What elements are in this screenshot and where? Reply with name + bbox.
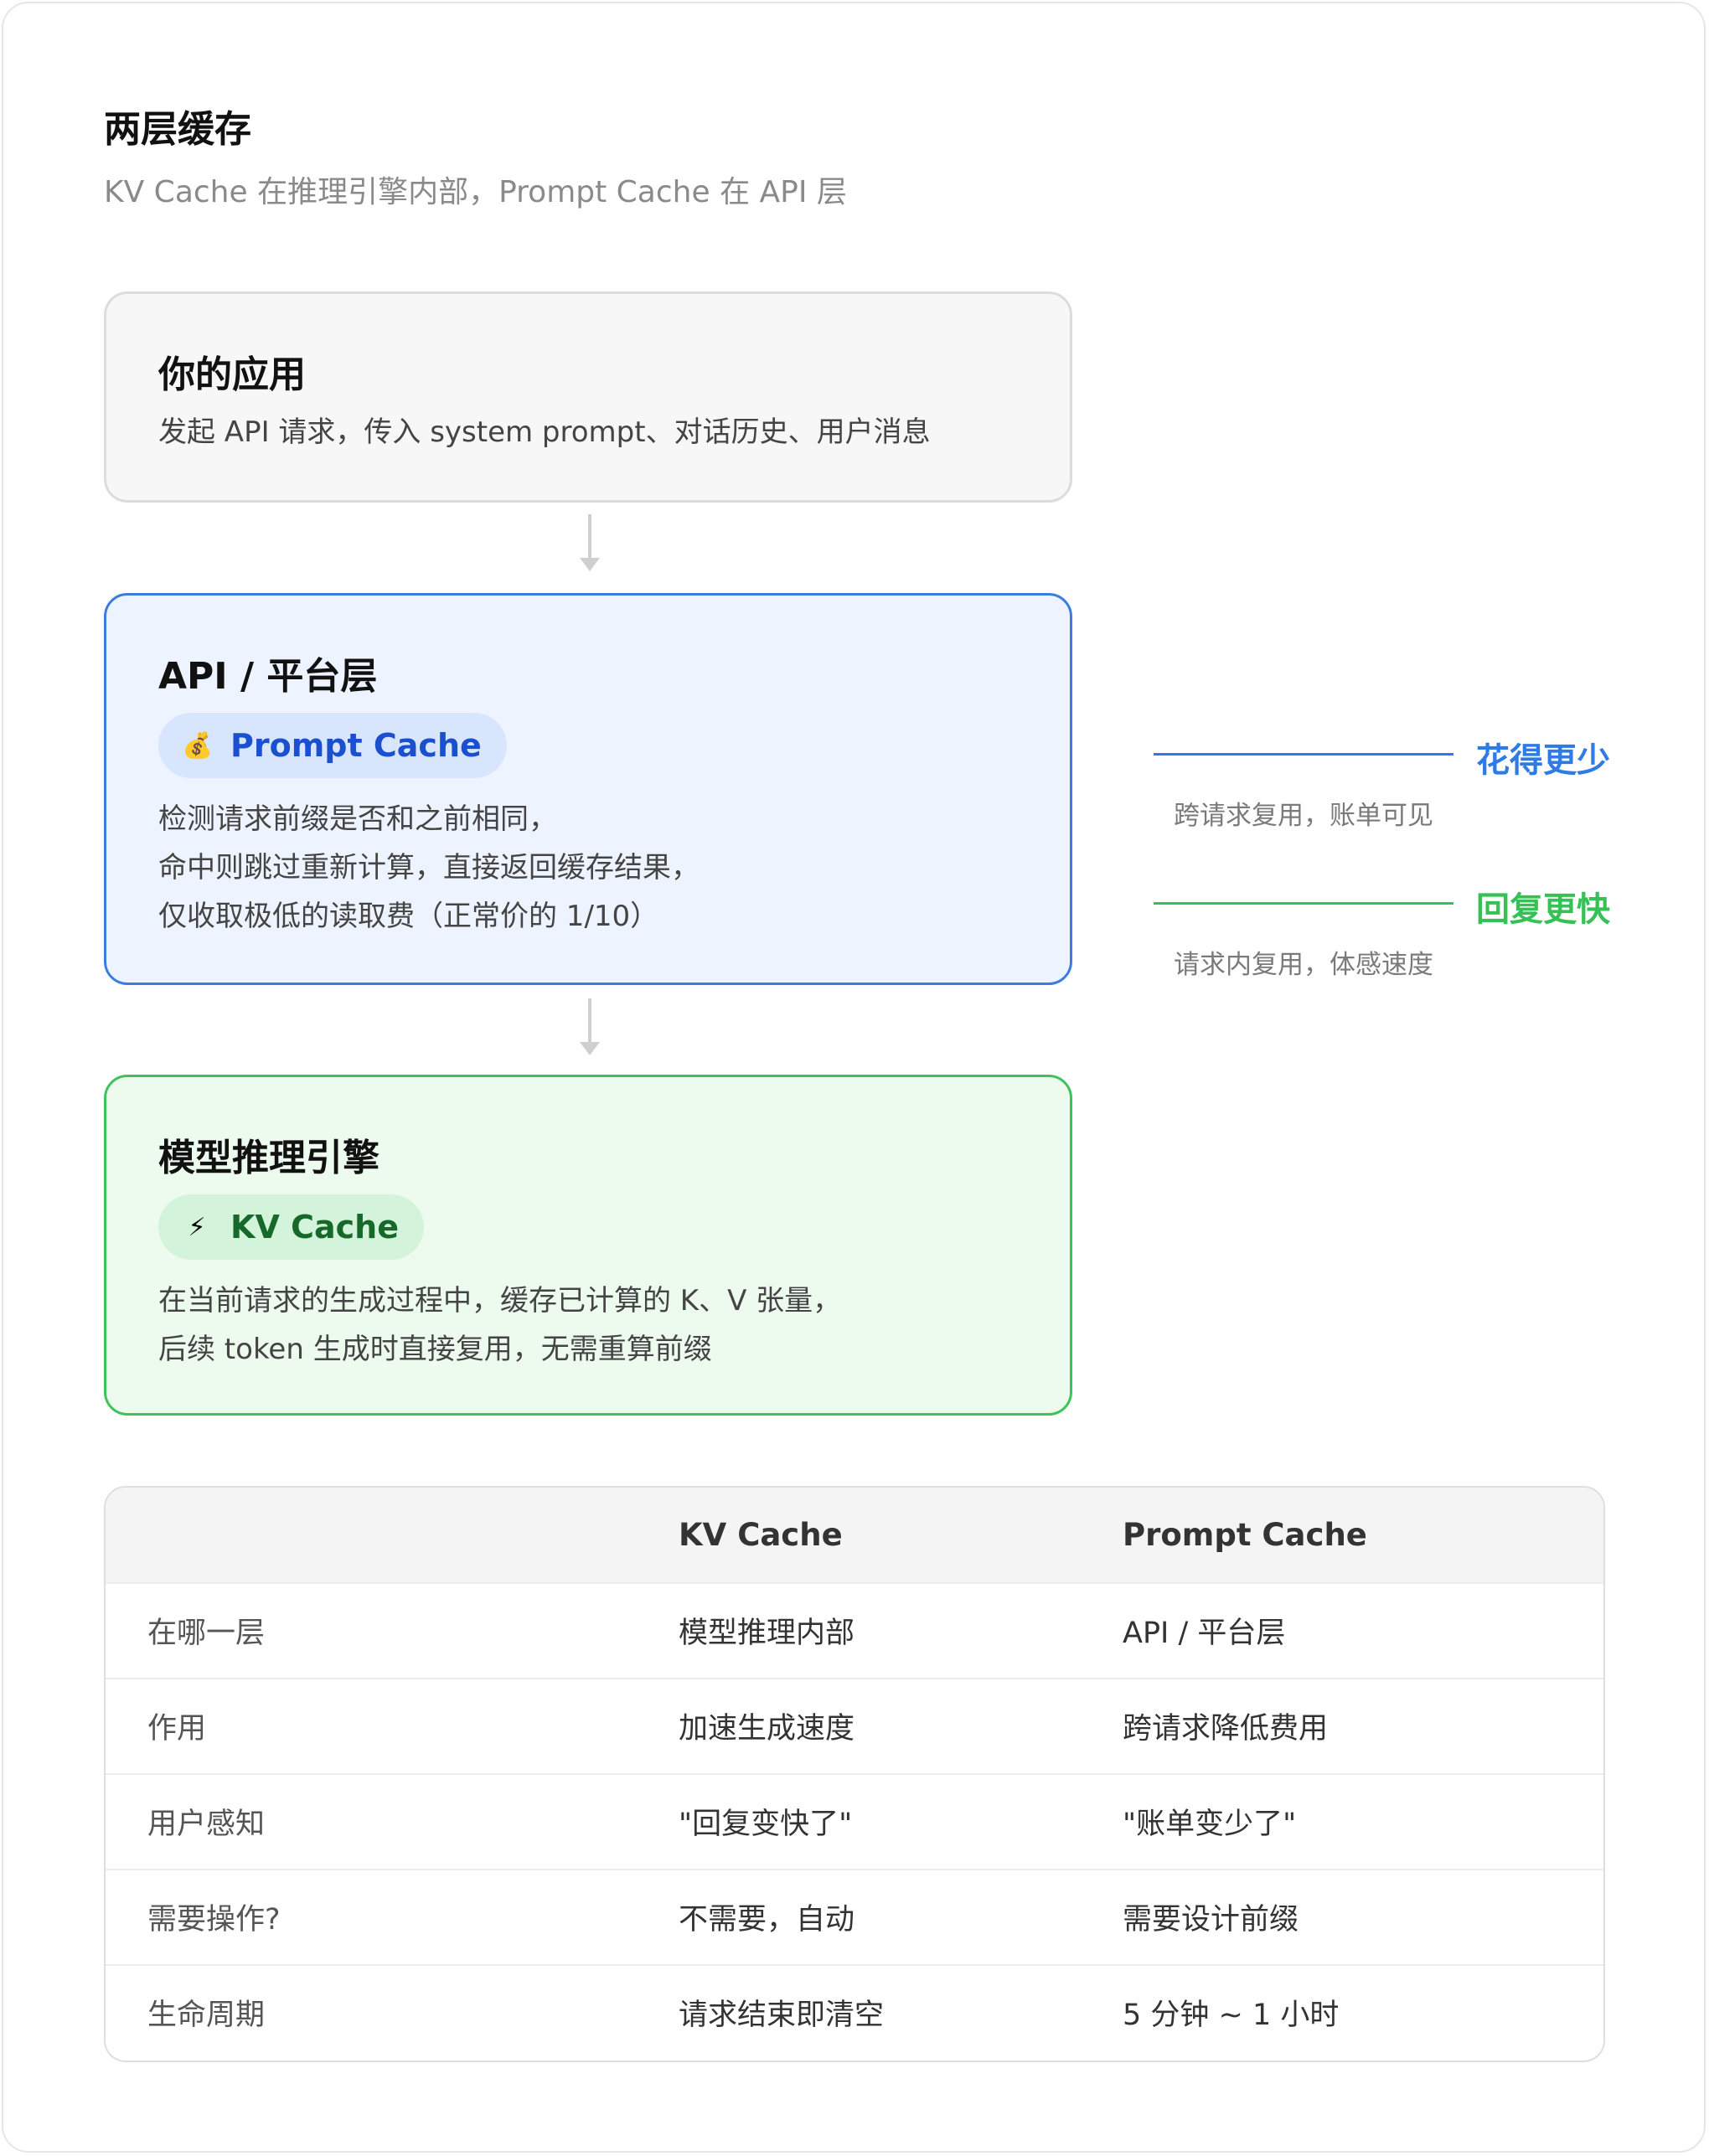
table-header-row: KV Cache Prompt Cache: [106, 1488, 1603, 1582]
api-desc-line: 命中则跳过重新计算，直接返回缓存结果，: [158, 851, 700, 885]
money-bag-icon: 💰: [182, 730, 214, 761]
lightning-icon: ⚡: [188, 1212, 206, 1242]
kv-cache-pill-label: KV Cache: [230, 1209, 399, 1246]
api-box-desc: 检测请求前缀是否和之前相同， 命中则跳过重新计算，直接返回缓存结果， 仅收取极低…: [158, 795, 700, 941]
engine-desc-line: 后续 token 生成时直接复用，无需重算前缀: [158, 1333, 712, 1366]
comparison-table: KV Cache Prompt Cache 在哪一层 模型推理内部 API / …: [104, 1486, 1605, 2062]
inference-engine-box: 模型推理引擎 ⚡ KV Cache 在当前请求的生成过程中，缓存已计算的 K、V…: [104, 1075, 1072, 1416]
table-cell: 需要设计前缀: [1123, 1903, 1299, 1937]
table-cell: 需要操作?: [147, 1903, 281, 1937]
table-header-cell: KV Cache: [679, 1517, 843, 1553]
table-cell: 在哪一层: [147, 1617, 266, 1650]
table-cell: 跨请求降低费用: [1123, 1712, 1329, 1746]
api-desc-line: 检测请求前缀是否和之前相同，: [158, 802, 557, 836]
table-header-cell: Prompt Cache: [1123, 1517, 1367, 1553]
table-cell: "回复变快了": [679, 1808, 853, 1841]
kv-cache-pill: ⚡ KV Cache: [158, 1194, 424, 1260]
table-row: 生命周期 请求结束即清空 5 分钟 ~ 1 小时: [106, 1964, 1603, 2059]
page-title: 两层缓存: [104, 108, 251, 151]
table-cell: 5 分钟 ~ 1 小时: [1123, 1999, 1340, 2032]
cost-note: 跨请求复用，账单可见: [1174, 801, 1433, 831]
table-cell: 作用: [147, 1712, 207, 1746]
table-row: 作用 加速生成速度 跨请求降低费用: [106, 1678, 1603, 1772]
speed-label: 回复更快: [1476, 890, 1610, 929]
app-box: 你的应用 发起 API 请求，传入 system prompt、对话历史、用户消…: [104, 291, 1072, 503]
table-row: 用户感知 "回复变快了" "账单变少了": [106, 1773, 1603, 1868]
app-box-title: 你的应用: [158, 353, 306, 396]
table-cell: 用户感知: [147, 1808, 266, 1841]
table-cell: 加速生成速度: [679, 1712, 855, 1746]
cost-indicator-line: [1154, 753, 1453, 756]
table-row: 需要操作? 不需要，自动 需要设计前缀: [106, 1869, 1603, 1963]
prompt-cache-pill: 💰 Prompt Cache: [158, 713, 507, 778]
table-cell: 请求结束即清空: [679, 1999, 885, 2032]
prompt-cache-pill-label: Prompt Cache: [230, 727, 482, 764]
table-cell: 不需要，自动: [679, 1903, 855, 1937]
speed-indicator-line: [1154, 902, 1453, 905]
engine-box-desc: 在当前请求的生成过程中，缓存已计算的 K、V 张量， 后续 token 生成时直…: [158, 1277, 841, 1374]
engine-box-title: 模型推理引擎: [158, 1137, 379, 1179]
table-cell: API / 平台层: [1123, 1617, 1286, 1650]
app-box-desc: 发起 API 请求，传入 system prompt、对话历史、用户消息: [158, 415, 931, 449]
cost-label: 花得更少: [1476, 741, 1610, 780]
table-cell: 生命周期: [147, 1999, 266, 2032]
api-desc-line: 仅收取极低的读取费（正常价的 1/10）: [158, 900, 659, 933]
engine-desc-line: 在当前请求的生成过程中，缓存已计算的 K、V 张量，: [158, 1284, 842, 1318]
speed-note: 请求内复用，体感速度: [1174, 950, 1433, 980]
api-layer-box: API / 平台层 💰 Prompt Cache 检测请求前缀是否和之前相同， …: [104, 593, 1072, 985]
table-row: 在哪一层 模型推理内部 API / 平台层: [106, 1582, 1603, 1677]
api-box-title: API / 平台层: [158, 655, 378, 698]
table-cell: 模型推理内部: [679, 1617, 855, 1650]
table-cell: "账单变少了": [1123, 1808, 1297, 1841]
page-subtitle: KV Cache 在推理引擎内部，Prompt Cache 在 API 层: [104, 175, 847, 209]
